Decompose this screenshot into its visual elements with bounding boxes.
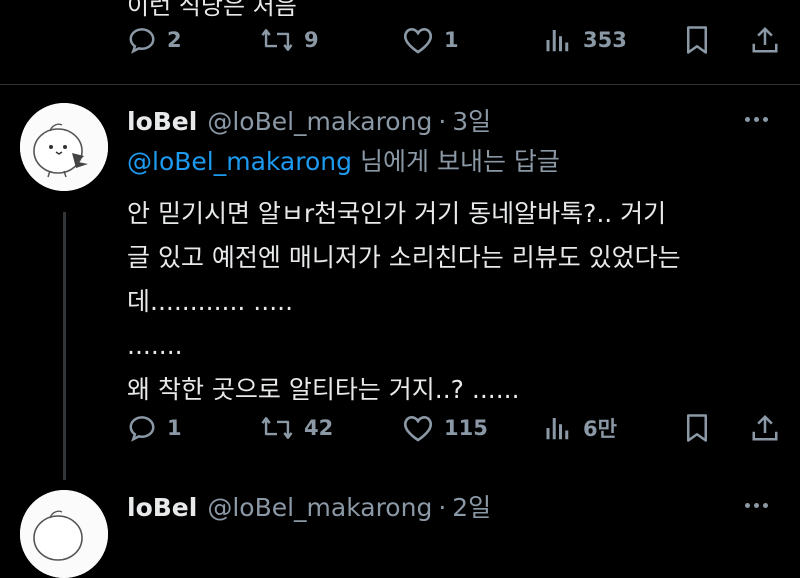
more-icon-dot (762, 116, 768, 122)
chick-avatar-image (20, 103, 108, 191)
views-icon (546, 30, 569, 52)
separator-dot: · (438, 107, 447, 136)
bookmark-button[interactable] (683, 20, 711, 60)
more-icon-dot (762, 502, 768, 508)
views-button[interactable]: 6만 (543, 408, 617, 448)
bookmark-button[interactable] (683, 408, 711, 448)
more-button[interactable] (736, 490, 776, 520)
more-icon-dot (753, 502, 759, 508)
tweet-text-line: ....... (127, 331, 183, 360)
tweet-text-line: 왜 착한 곳으로 알티타는 거지..? ...... (127, 375, 520, 404)
avatar[interactable] (20, 103, 108, 191)
reply-button[interactable]: 2 (127, 20, 182, 60)
chick-avatar-image (20, 490, 108, 578)
like-icon (403, 415, 433, 442)
tweet-text: 안 믿기시면 알ㅂr천국인가 거기 동네알바톡?.. 거기 글 있고 예전엔 매… (127, 192, 777, 412)
retweet-count: 42 (304, 416, 334, 440)
previous-tweet-actions: 2 9 1 353 (0, 20, 800, 60)
views-icon (546, 418, 569, 440)
views-count: 6만 (583, 417, 617, 441)
reply-icon (129, 28, 155, 54)
tweet-text-line: 안 믿기시면 알ㅂr천국인가 거기 동네알바톡?.. 거기 (127, 199, 667, 228)
previous-tweet-text: 이런 식당은 처음 (127, 0, 297, 20)
more-button[interactable] (736, 104, 776, 134)
retweet-icon (261, 417, 293, 439)
retweet-icon (261, 29, 293, 51)
avatar[interactable] (20, 490, 108, 578)
like-count: 1 (444, 28, 459, 52)
timestamp[interactable]: 3일 (452, 102, 491, 138)
reply-to-label: @loBel_makarong 님에게 보내는 답글 (127, 142, 560, 178)
timestamp[interactable]: 2일 (452, 488, 491, 524)
retweet-button[interactable]: 9 (260, 20, 319, 60)
tweet-text-line: 데............ ..... (127, 287, 294, 316)
reply-button[interactable]: 1 (127, 408, 182, 448)
separator-dot: · (438, 493, 447, 522)
like-button[interactable]: 1 (402, 20, 459, 60)
bookmark-icon (687, 26, 707, 54)
reply-count: 1 (167, 416, 182, 440)
reply-tweet-actions: 1 42 115 6만 (0, 408, 800, 448)
reply-count: 2 (167, 28, 182, 52)
retweet-button[interactable]: 42 (260, 408, 333, 448)
bookmark-icon (687, 414, 707, 442)
views-button[interactable]: 353 (543, 20, 627, 60)
more-icon (744, 116, 750, 122)
like-button[interactable]: 115 (402, 408, 488, 448)
more-icon (744, 502, 750, 508)
user-handle[interactable]: @loBel_makarong (207, 107, 432, 136)
user-handle[interactable]: @loBel_makarong (207, 493, 432, 522)
tweet-text-line: 글 있고 예전엔 매니저가 소리친다는 리뷰도 있었다는 (127, 243, 681, 272)
reply-to-mention[interactable]: @loBel_makarong (127, 147, 352, 176)
display-name[interactable]: loBel (127, 107, 197, 136)
tweet-header: loBel @loBel_makarong · 3일 (127, 102, 491, 136)
share-icon (752, 26, 778, 53)
retweet-count: 9 (304, 28, 319, 52)
display-name[interactable]: loBel (127, 493, 197, 522)
reply-to-suffix: 님에게 보내는 답글 (360, 147, 560, 176)
more-icon-dot (753, 116, 759, 122)
share-button[interactable] (750, 20, 780, 60)
tweet-divider (0, 84, 800, 85)
share-button[interactable] (750, 408, 780, 448)
share-icon (752, 414, 778, 441)
reply-icon (129, 416, 155, 442)
like-count: 115 (444, 416, 488, 440)
views-count: 353 (583, 28, 627, 52)
tweet-header: loBel @loBel_makarong · 2일 (127, 488, 491, 522)
like-icon (403, 27, 433, 54)
